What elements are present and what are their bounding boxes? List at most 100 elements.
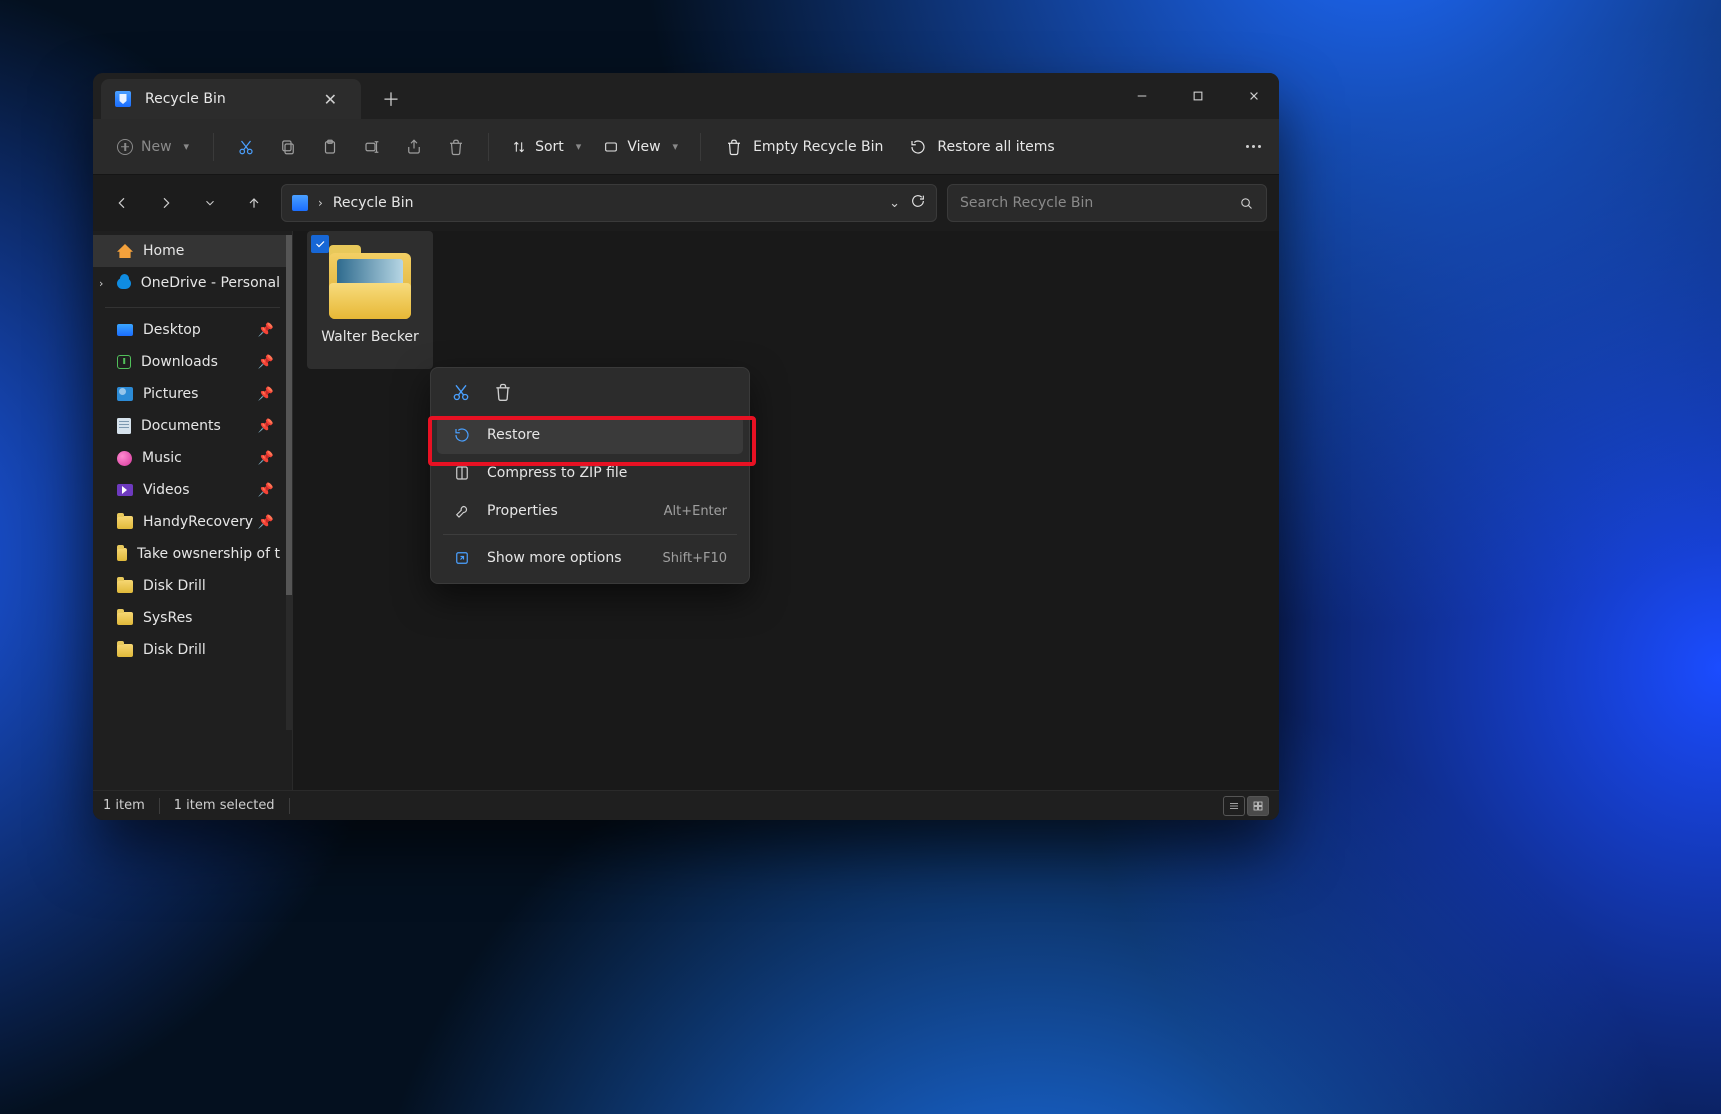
delete-button[interactable]: [438, 129, 474, 165]
chevron-right-icon: ›: [318, 196, 323, 210]
home-icon: [117, 244, 133, 258]
tab-recycle-bin[interactable]: Recycle Bin ✕: [101, 79, 361, 119]
sidebar-item-downloads[interactable]: Downloads 📌: [93, 346, 292, 378]
folder-icon: [117, 644, 133, 657]
view-tiles-button[interactable]: [1247, 796, 1269, 816]
view-label: View: [627, 139, 660, 155]
restore-all-label: Restore all items: [937, 139, 1054, 155]
context-delete-button[interactable]: [493, 382, 513, 406]
close-button[interactable]: [1229, 73, 1279, 119]
sidebar-label: Take owsnership of t: [137, 546, 280, 562]
sidebar-label: Home: [143, 243, 184, 259]
sidebar: Home › OneDrive - Personal Desktop 📌 Dow…: [93, 231, 293, 790]
search-input[interactable]: Search Recycle Bin: [947, 184, 1267, 222]
documents-icon: [117, 418, 131, 434]
forward-button[interactable]: [149, 186, 183, 220]
folder-icon: [117, 580, 133, 593]
sidebar-label: Videos: [143, 482, 190, 498]
context-icon-row: [437, 374, 743, 416]
refresh-button[interactable]: [910, 193, 926, 213]
view-toggle: [1223, 796, 1269, 816]
sidebar-item-take-ownership[interactable]: Take owsnership of t: [93, 538, 292, 570]
context-label: Properties: [487, 503, 558, 519]
breadcrumb-text: Recycle Bin: [333, 195, 414, 211]
sort-label: Sort: [535, 139, 564, 155]
recycle-bin-icon: [292, 195, 308, 211]
sidebar-item-videos[interactable]: Videos 📌: [93, 474, 292, 506]
pin-icon: 📌: [258, 515, 274, 530]
context-cut-button[interactable]: [451, 382, 471, 406]
context-show-more[interactable]: Show more options Shift+F10: [437, 539, 743, 577]
tab-title: Recycle Bin: [145, 91, 304, 107]
chevron-down-icon: ▾: [673, 140, 679, 153]
sidebar-label: HandyRecovery: [143, 514, 253, 530]
sidebar-divider: [105, 307, 280, 308]
content-area[interactable]: Walter Becker Restore: [293, 231, 1279, 790]
sidebar-label: Documents: [141, 418, 221, 434]
empty-recycle-bin-button[interactable]: Empty Recycle Bin: [715, 134, 893, 160]
sidebar-item-disk-drill-1[interactable]: Disk Drill: [93, 570, 292, 602]
sidebar-item-disk-drill-2[interactable]: Disk Drill: [93, 634, 292, 666]
sidebar-item-music[interactable]: Music 📌: [93, 442, 292, 474]
minimize-button[interactable]: [1117, 73, 1167, 119]
recent-locations-button[interactable]: [193, 186, 227, 220]
titlebar: Recycle Bin ✕ ＋: [93, 73, 1279, 119]
folder-icon: [117, 548, 127, 561]
file-tile[interactable]: Walter Becker: [307, 231, 433, 369]
paste-button[interactable]: [312, 129, 348, 165]
new-button[interactable]: New ▾: [107, 133, 199, 161]
status-separator: [159, 798, 160, 814]
sidebar-item-documents[interactable]: Documents 📌: [93, 410, 292, 442]
sidebar-label: Desktop: [143, 322, 201, 338]
status-bar: 1 item 1 item selected: [93, 790, 1279, 820]
tab-close-button[interactable]: ✕: [318, 88, 343, 111]
sidebar-item-home[interactable]: Home: [93, 235, 292, 267]
share-button[interactable]: [396, 129, 432, 165]
file-label: Walter Becker: [321, 329, 419, 345]
sidebar-item-sysres[interactable]: SysRes: [93, 602, 292, 634]
sort-button[interactable]: Sort ▾: [503, 135, 589, 159]
scrollbar-thumb[interactable]: [286, 235, 292, 595]
maximize-button[interactable]: [1173, 73, 1223, 119]
folder-icon: [325, 245, 415, 319]
context-menu: Restore Compress to ZIP file Properties …: [430, 367, 750, 584]
context-label: Show more options: [487, 550, 622, 566]
copy-button[interactable]: [270, 129, 306, 165]
recycle-bin-icon: [115, 91, 131, 107]
context-restore[interactable]: Restore: [437, 416, 743, 454]
pin-icon: 📌: [258, 483, 274, 498]
more-button[interactable]: [1238, 137, 1269, 156]
desktop-icon: [117, 324, 133, 336]
sidebar-label: Downloads: [141, 354, 218, 370]
chevron-down-icon: ▾: [576, 140, 582, 153]
context-hotkey: Alt+Enter: [664, 504, 727, 519]
view-details-button[interactable]: [1223, 796, 1245, 816]
pin-icon: 📌: [258, 355, 274, 370]
pin-icon: 📌: [258, 451, 274, 466]
restore-all-button[interactable]: Restore all items: [899, 134, 1064, 160]
explorer-window: Recycle Bin ✕ ＋ New ▾: [93, 73, 1279, 820]
back-button[interactable]: [105, 186, 139, 220]
context-label: Compress to ZIP file: [487, 465, 627, 481]
pin-icon: 📌: [258, 419, 274, 434]
empty-label: Empty Recycle Bin: [753, 139, 883, 155]
sidebar-item-onedrive[interactable]: › OneDrive - Personal: [93, 267, 292, 299]
context-properties[interactable]: Properties Alt+Enter: [437, 492, 743, 530]
plus-circle-icon: [117, 139, 133, 155]
chevron-down-icon[interactable]: ⌄: [889, 196, 900, 211]
up-button[interactable]: [237, 186, 271, 220]
status-selected: 1 item selected: [174, 798, 275, 813]
folder-icon: [117, 516, 133, 529]
cut-button[interactable]: [228, 129, 264, 165]
view-button[interactable]: View ▾: [595, 135, 686, 159]
toolbar: New ▾ Sort ▾ View ▾: [93, 119, 1279, 175]
new-tab-button[interactable]: ＋: [373, 81, 409, 117]
sidebar-item-handyrecovery[interactable]: HandyRecovery 📌: [93, 506, 292, 538]
body: Home › OneDrive - Personal Desktop 📌 Dow…: [93, 231, 1279, 790]
context-compress[interactable]: Compress to ZIP file: [437, 454, 743, 492]
sidebar-item-desktop[interactable]: Desktop 📌: [93, 314, 292, 346]
address-bar[interactable]: › Recycle Bin ⌄: [281, 184, 937, 222]
rename-button[interactable]: [354, 129, 390, 165]
sidebar-item-pictures[interactable]: Pictures 📌: [93, 378, 292, 410]
chevron-right-icon[interactable]: ›: [99, 277, 103, 290]
